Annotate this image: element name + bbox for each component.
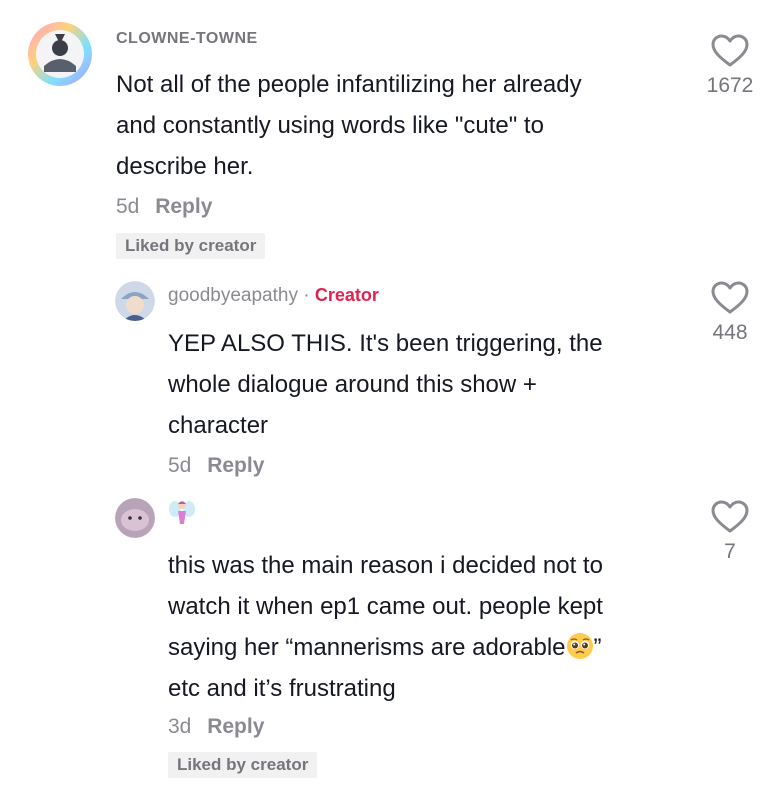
comment-username-row: goodbyeapathy · Creator [168,285,379,307]
avatar[interactable] [115,498,155,538]
comment-text-segment: ” [593,634,602,661]
comment-text-line: YEP ALSO THIS. It's been triggering, the [168,330,603,357]
avatar[interactable] [115,281,155,321]
comment-time: 3d [168,715,192,738]
like-count: 448 [712,321,748,344]
comment-time: 5d [116,195,140,218]
like-button[interactable]: 1672 [700,34,760,98]
comment-meta: 3d Reply [168,715,264,739]
liked-by-creator-badge: Liked by creator [168,752,318,778]
comment-text-line-3: saying her “mannerisms are adorable ” [168,627,603,668]
like-button[interactable]: 448 [700,281,760,345]
creator-tag: Creator [314,285,379,305]
comment-username[interactable]: CLOWNE-TOWNE [116,30,258,48]
like-count: 1672 [706,74,754,97]
reply-button[interactable]: Reply [155,195,212,218]
reply-button[interactable]: Reply [207,454,264,477]
pleading-face-emoji-icon [566,632,594,660]
comment-text-line: whole dialogue around this show + [168,371,537,398]
heart-icon [711,281,749,314]
liked-by-creator-badge: Liked by creator [116,233,266,259]
comment-text-line: character [168,412,269,439]
reply-button[interactable]: Reply [207,715,264,738]
comment-text-line: etc and it’s frustrating [168,675,396,702]
heart-icon [711,500,749,533]
comment-meta: 5d Reply [116,195,212,219]
like-button[interactable]: 7 [700,500,760,564]
comment-text: this was the main reason i decided not t… [168,545,603,709]
comment-text-line: this was the main reason i decided not t… [168,552,603,579]
comment-text-line: watch it when ep1 came out. people kept [168,593,603,620]
comment-username[interactable]: goodbyeapathy [168,285,298,306]
comment-text-line: describe her. [116,153,254,180]
comment-text-segment: saying her “mannerisms are adorable [168,634,566,661]
heart-icon [711,34,749,67]
comment-text: Not all of the people infantilizing her … [116,64,582,187]
comment-text-line: Not all of the people infantilizing her … [116,71,582,98]
like-count: 7 [724,540,736,563]
comment-text-line: and constantly using words like "cute" t… [116,112,544,139]
comment-meta: 5d Reply [168,454,264,478]
avatar[interactable] [28,22,92,86]
comment-time: 5d [168,454,192,477]
fairy-emoji-icon [168,498,196,528]
comment-text: YEP ALSO THIS. It's been triggering, the… [168,323,603,446]
separator-dot: · [303,285,310,306]
